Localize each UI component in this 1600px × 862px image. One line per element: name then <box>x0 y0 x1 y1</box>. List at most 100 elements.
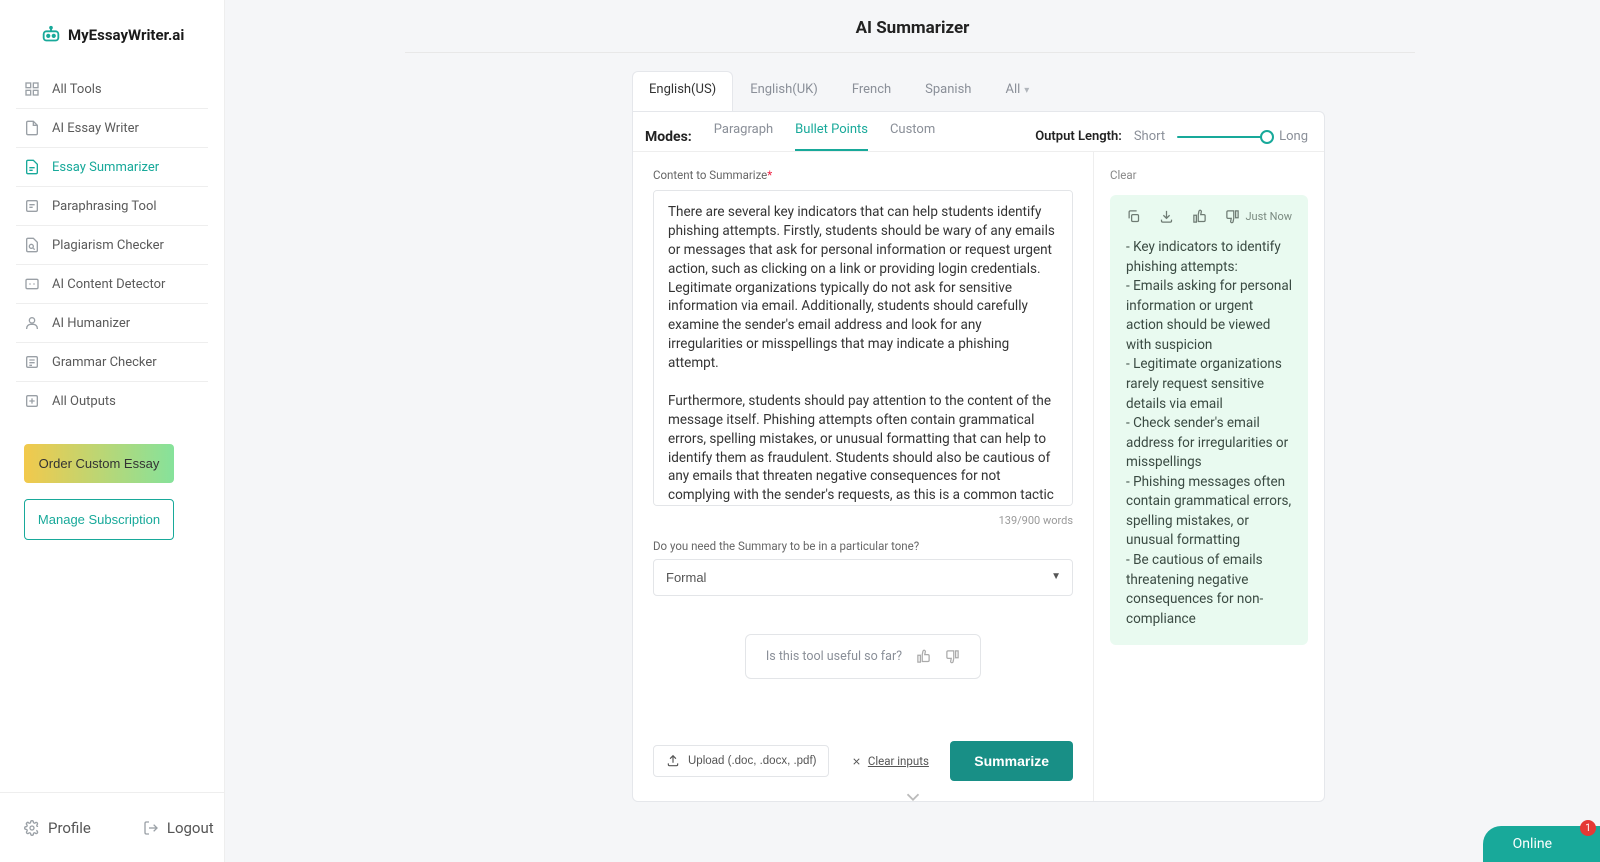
output-length-label: Output Length: <box>1035 129 1122 144</box>
sidebar-item-essay-summarizer[interactable]: Essay Summarizer <box>16 148 208 186</box>
logout-icon <box>143 820 159 836</box>
copy-icon[interactable] <box>1126 209 1141 224</box>
feedback-question: Is this tool useful so far? <box>766 649 902 664</box>
thumbs-up-icon[interactable] <box>1192 209 1207 224</box>
sidebar-item-paraphrasing[interactable]: Paraphrasing Tool <box>16 187 208 225</box>
bullet-item: - Key indicators to identify phishing at… <box>1126 238 1292 277</box>
language-tabs: English(US) English(UK) French Spanish A… <box>632 71 1600 111</box>
tab-english-us[interactable]: English(US) <box>632 71 733 111</box>
tab-all[interactable]: All▾ <box>988 71 1046 111</box>
modes-left: Modes: Paragraph Bullet Points Custom <box>645 122 935 151</box>
nav-label: All Outputs <box>52 394 116 409</box>
sidebar-item-essay-writer[interactable]: AI Essay Writer <box>16 109 208 147</box>
mode-paragraph[interactable]: Paragraph <box>714 122 773 151</box>
clear-output-link[interactable]: Clear <box>1110 168 1137 182</box>
grid-icon <box>24 81 40 97</box>
output-column: Clear Just Now - Key indicators to ident… <box>1094 152 1324 801</box>
thumbs-up-icon[interactable] <box>916 649 931 664</box>
modes-label: Modes: <box>645 129 692 145</box>
logout-link[interactable]: Logout <box>135 815 222 841</box>
output-card: Just Now - Key indicators to identify ph… <box>1110 195 1308 645</box>
profile-link[interactable]: Profile <box>16 815 99 841</box>
document-icon <box>24 120 40 136</box>
feedback-box: Is this tool useful so far? <box>745 634 981 679</box>
tab-french[interactable]: French <box>835 71 908 111</box>
summarize-button[interactable]: Summarize <box>950 741 1073 781</box>
output-timestamp: Just Now <box>1245 210 1292 223</box>
nav-label: AI Content Detector <box>52 277 165 292</box>
nav-label: Paraphrasing Tool <box>52 199 157 214</box>
sidebar-item-grammar[interactable]: Grammar Checker <box>16 343 208 381</box>
plagiarism-icon <box>24 237 40 253</box>
bullet-item: - Be cautious of emails threatening nega… <box>1126 551 1292 629</box>
manage-subscription-button[interactable]: Manage Subscription <box>24 499 174 540</box>
columns: Content to Summarize* There are several … <box>633 152 1324 801</box>
grammar-icon <box>24 354 40 370</box>
logout-label: Logout <box>167 819 214 837</box>
input-footer: Upload (.doc, .docx, .pdf) Clear inputs … <box>653 741 1073 783</box>
page-chevron-down[interactable] <box>902 786 924 812</box>
upload-icon <box>666 754 680 768</box>
profile-label: Profile <box>48 819 91 837</box>
thumbs-down-icon[interactable] <box>945 649 960 664</box>
tone-select-wrap: Formal ▼ <box>653 559 1073 596</box>
nav-label: AI Essay Writer <box>52 121 139 136</box>
input-column: Content to Summarize* There are several … <box>633 152 1094 801</box>
sidebar-item-all-tools[interactable]: All Tools <box>16 70 208 108</box>
sidebar-footer: Profile Logout <box>0 792 225 862</box>
summarize-icon <box>24 159 40 175</box>
download-icon[interactable] <box>1159 209 1174 224</box>
mode-custom[interactable]: Custom <box>890 122 935 151</box>
required-star: * <box>767 168 772 182</box>
gear-icon <box>24 820 40 836</box>
thumbs-down-icon[interactable] <box>1225 209 1240 224</box>
tab-spanish[interactable]: Spanish <box>908 71 988 111</box>
sidebar-item-plagiarism[interactable]: Plagiarism Checker <box>16 226 208 264</box>
tab-english-uk[interactable]: English(UK) <box>733 71 835 111</box>
output-length-long: Long <box>1279 129 1308 144</box>
modes-row: Modes: Paragraph Bullet Points Custom Ou… <box>633 112 1324 152</box>
main: AI Summarizer English(US) English(UK) Fr… <box>225 0 1600 862</box>
tone-label: Do you need the Summary to be in a parti… <box>653 539 1073 553</box>
nav-label: Grammar Checker <box>52 355 157 370</box>
brand-text: MyEssayWriter.ai <box>68 26 184 44</box>
logo[interactable]: MyEssayWriter.ai <box>0 0 224 70</box>
divider <box>405 52 1415 53</box>
chevron-down-icon <box>902 786 924 808</box>
upload-button[interactable]: Upload (.doc, .docx, .pdf) <box>653 745 829 777</box>
nav-label: Essay Summarizer <box>52 160 159 175</box>
content-label: Content to Summarize* <box>653 168 1073 182</box>
tone-select[interactable]: Formal <box>653 559 1073 596</box>
sidebar-cta-group: Order Custom Essay Manage Subscription <box>0 420 224 564</box>
robot-icon <box>40 24 62 46</box>
bullet-item: - Legitimate organizations rarely reques… <box>1126 355 1292 414</box>
detector-icon <box>24 276 40 292</box>
online-chat-button[interactable]: Online 1 <box>1483 826 1600 862</box>
nav: All Tools AI Essay Writer Essay Summariz… <box>0 70 224 420</box>
upload-label: Upload (.doc, .docx, .pdf) <box>688 755 816 767</box>
clear-inputs-link[interactable]: Clear inputs <box>851 754 929 768</box>
paraphrase-icon <box>24 198 40 214</box>
chevron-down-icon: ▾ <box>1024 85 1029 96</box>
outputs-icon <box>24 393 40 409</box>
slider-knob[interactable] <box>1260 130 1274 144</box>
output-bullets: - Key indicators to identify phishing at… <box>1126 238 1292 629</box>
sidebar-item-humanizer[interactable]: AI Humanizer <box>16 304 208 342</box>
output-length-control: Output Length: Short Long <box>1035 129 1308 144</box>
content-textarea[interactable]: There are several key indicators that ca… <box>653 190 1073 506</box>
notification-badge: 1 <box>1580 820 1596 836</box>
humanizer-icon <box>24 315 40 331</box>
clear-inputs-label: Clear inputs <box>868 754 929 768</box>
order-essay-button[interactable]: Order Custom Essay <box>24 444 174 483</box>
word-count: 139/900 words <box>653 514 1073 527</box>
output-length-slider[interactable] <box>1177 136 1267 138</box>
content-label-text: Content to Summarize <box>653 168 767 182</box>
sidebar: MyEssayWriter.ai All Tools AI Essay Writ… <box>0 0 225 862</box>
nav-label: AI Humanizer <box>52 316 130 331</box>
mode-bullet-points[interactable]: Bullet Points <box>795 122 868 151</box>
nav-label: All Tools <box>52 82 102 97</box>
output-actions <box>1126 209 1240 224</box>
sidebar-item-ai-detector[interactable]: AI Content Detector <box>16 265 208 303</box>
online-label: Online <box>1513 836 1552 852</box>
sidebar-item-outputs[interactable]: All Outputs <box>16 382 208 420</box>
